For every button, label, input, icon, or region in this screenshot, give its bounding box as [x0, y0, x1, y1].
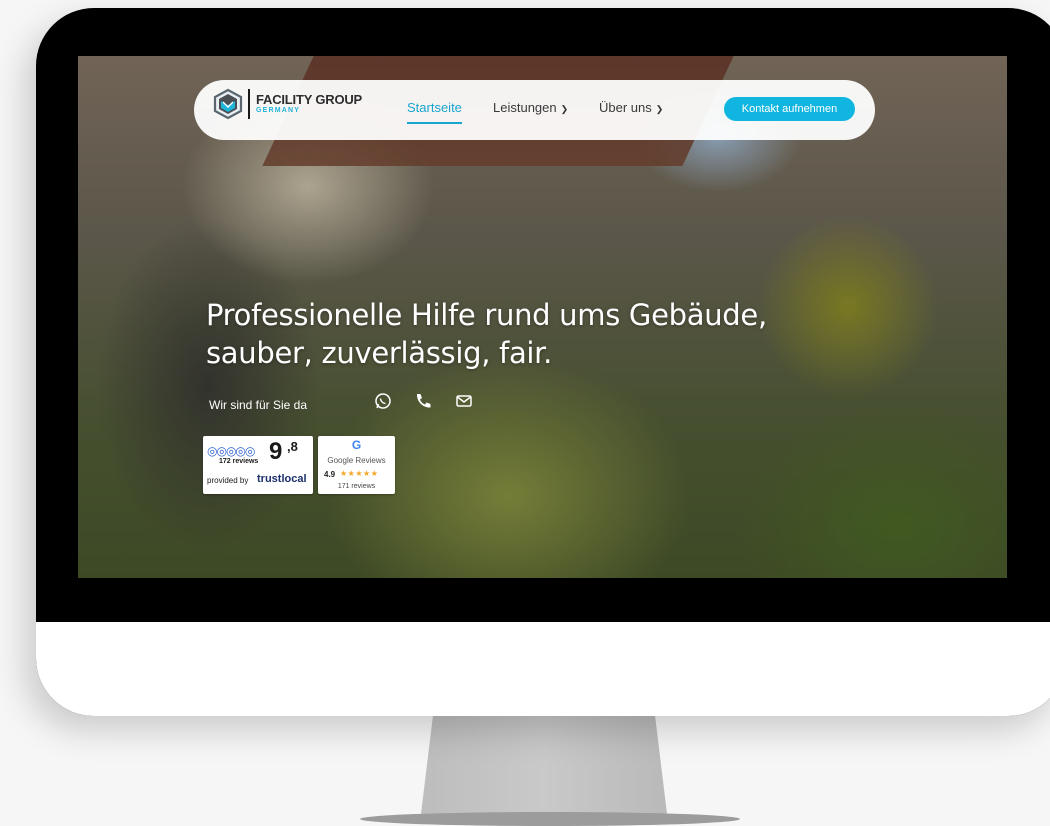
hero-subtitle: Wir sind für Sie da	[209, 398, 308, 412]
nav-item-startseite[interactable]: Startseite	[407, 100, 462, 124]
contact-button[interactable]: Kontakt aufnehmen	[724, 97, 855, 121]
phone-icon[interactable]	[414, 392, 432, 410]
google-reviews-badge[interactable]: G Google Reviews 4.9 ★★★★★ 171 reviews	[318, 436, 395, 494]
google-reviews-title: Google Reviews	[327, 456, 386, 465]
trustlocal-review-count: 172 reviews	[219, 458, 259, 465]
nav-item-leistungen[interactable]: Leistungen ❯	[493, 100, 568, 122]
hero-title-line: Professionelle Hilfe rund ums Gebäude,	[206, 298, 767, 332]
whatsapp-icon[interactable]	[374, 392, 392, 410]
google-rating: 4.9	[324, 470, 336, 479]
trustlocal-score: 9	[269, 438, 283, 465]
trustlocal-badge[interactable]: ◎◎◎◎◎ 9 ,8 172 reviews provided by trust…	[203, 436, 313, 494]
website-hero: FACILITY GROUP GERMANY Startseite Leistu…	[78, 56, 1007, 578]
nav-item-label: Über uns	[599, 100, 652, 115]
stand-base-shadow	[360, 812, 740, 826]
google-logo-icon: G	[351, 438, 362, 452]
monitor-frame: FACILITY GROUP GERMANY Startseite Leistu…	[36, 8, 1050, 716]
logo-divider	[248, 89, 250, 119]
mail-icon[interactable]	[455, 392, 473, 410]
monitor-stand	[420, 700, 668, 822]
trustlocal-score-decimal: ,8	[287, 439, 298, 454]
nav-item-ueber-uns[interactable]: Über uns ❯	[599, 100, 663, 122]
star-rating-icon: ★★★★★	[340, 469, 379, 478]
chevron-down-icon: ❯	[655, 104, 664, 114]
hero-title-line: sauber, zuverlässig, fair.	[206, 336, 553, 370]
trustlocal-provided-by: provided by	[207, 476, 249, 485]
brand-subtitle: GERMANY	[256, 107, 301, 114]
google-review-count: 171 reviews	[337, 483, 376, 490]
trustlocal-rating-icon: ◎◎◎◎◎	[207, 444, 255, 458]
cube-logo-icon	[213, 88, 243, 120]
brand-name: FACILITY GROUP	[256, 92, 363, 107]
trustlocal-brand: trustlocal	[257, 473, 307, 485]
nav-item-label: Leistungen	[493, 100, 557, 115]
monitor-chin	[36, 622, 1050, 716]
nav-item-label: Startseite	[407, 100, 462, 115]
top-navbar: FACILITY GROUP GERMANY Startseite Leistu…	[194, 80, 875, 140]
brand-logo[interactable]: FACILITY GROUP GERMANY	[212, 88, 362, 120]
hero-title: Professionelle Hilfe rund ums Gebäude, s…	[206, 296, 906, 372]
chevron-down-icon: ❯	[560, 104, 569, 114]
